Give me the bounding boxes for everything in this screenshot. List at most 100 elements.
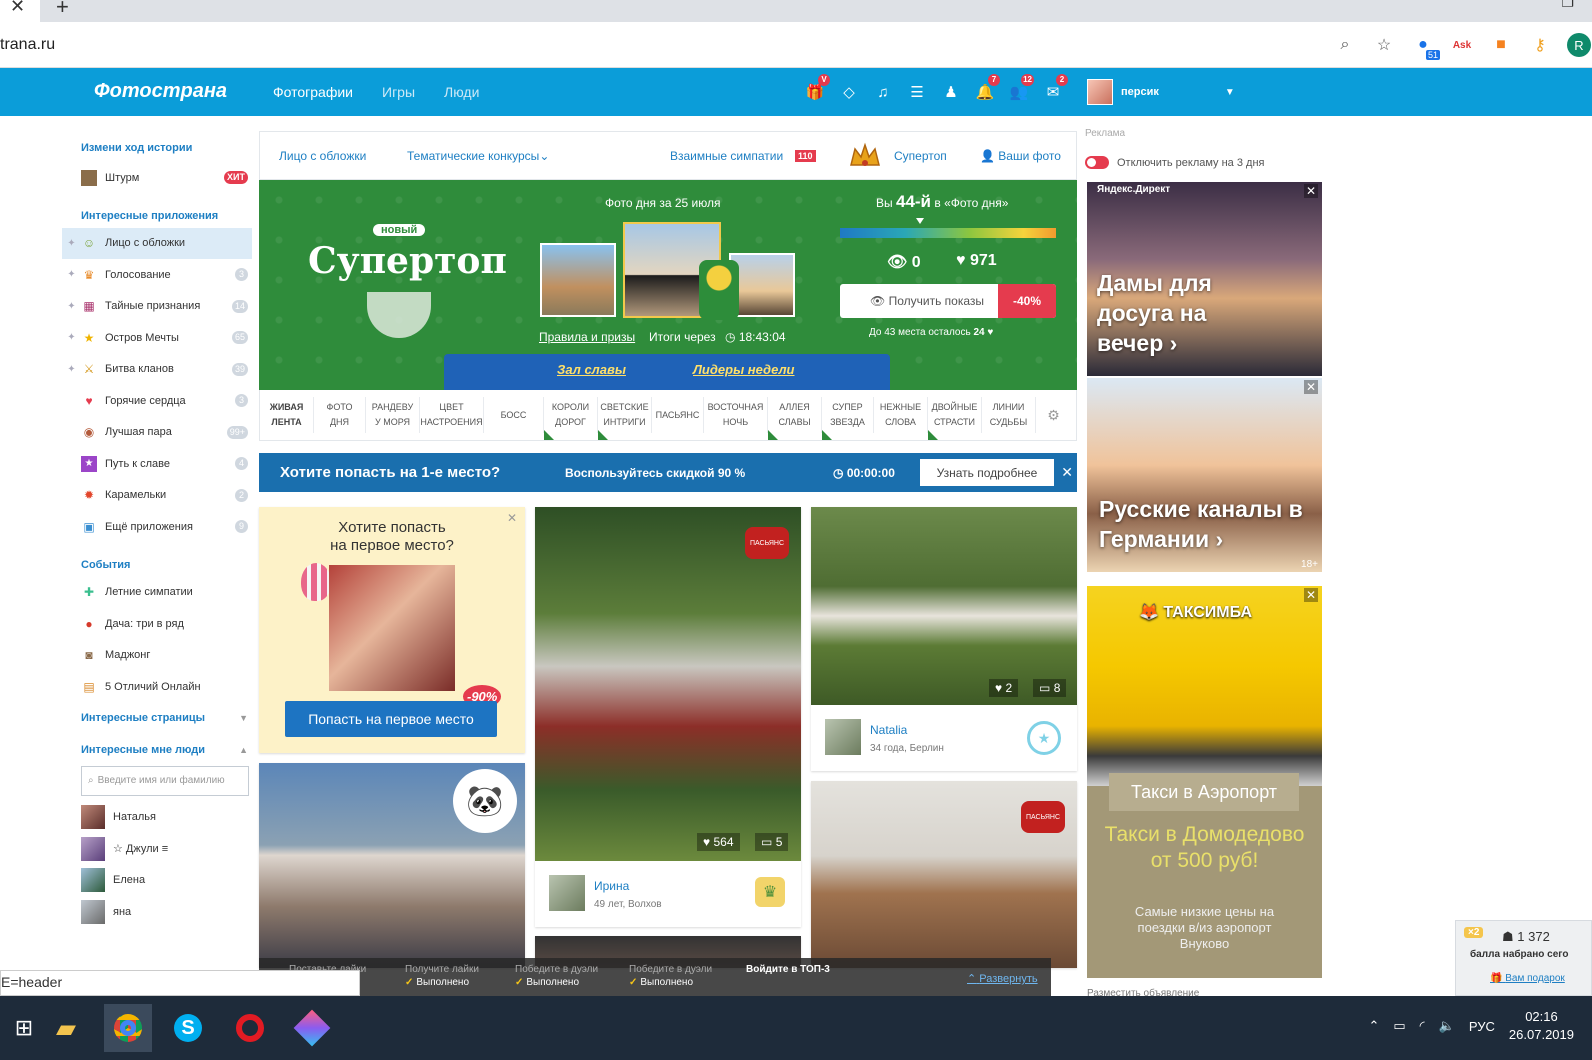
url-field[interactable]: trana.ru [0,36,55,54]
ad-banner-2[interactable]: ✕ Русские каналы в Германии › 18+ [1087,378,1322,572]
sidebar-item-event[interactable]: ● Дача: три в ряд [62,608,252,640]
zoom-icon[interactable]: ⌕ [1332,34,1358,56]
week-leaders-link[interactable]: Лидеры недели [693,362,795,377]
close-icon[interactable]: ✕ [1304,184,1318,198]
category-tab[interactable]: КОРОЛИ ДОРОГ [544,397,598,440]
nav-photos[interactable]: Фотографии [273,84,353,100]
close-icon[interactable]: ✕ [1304,380,1318,394]
quest-item[interactable]: Войдите в ТОП-3 [746,964,830,975]
file-explorer-icon[interactable]: ▰ [42,1004,90,1052]
category-tab[interactable]: ЦВЕТ НАСТРОЕНИЯ [420,397,484,433]
sidebar-item-hearts[interactable]: ♥ Горячие сердца 3 [62,385,252,417]
sidebar-item-pages[interactable]: Интересные страницы ▼ [62,703,252,735]
sidebar-item-people-heading[interactable]: Интересные мне люди ▲ [62,734,252,766]
category-tab[interactable]: РАНДЕВУ У МОРЯ [366,397,420,433]
gift-link[interactable]: 🎁 Вам подарок [1490,973,1565,984]
language-indicator[interactable]: РУС [1469,1019,1495,1034]
gift-icon[interactable]: 🎁 V [798,74,832,104]
person-avatar[interactable] [81,868,105,893]
pin-icon[interactable]: ✦ [62,301,81,312]
sidebar-item-more-apps[interactable]: ▣ Ещё приложения 9 [62,511,252,543]
tab-your-photos[interactable]: 👤 Ваши фото [980,149,1061,163]
author-name[interactable]: Natalia [870,723,907,737]
category-tab[interactable]: ПАСЬЯНС [652,397,704,433]
ad-banner-3[interactable]: 🦊 ТАКСИМБА ✕ Такси в Аэропорт Такси в До… [1087,586,1322,978]
quest-item[interactable]: Победите в дуэли ✓ Выполнено [629,964,712,988]
person-item[interactable]: ☆ Джули ≡ [62,833,252,865]
pin-icon[interactable]: ✦ [62,269,81,280]
clock[interactable]: 02:16 26.07.2019 [1509,1008,1574,1044]
chrome-icon[interactable] [104,1004,152,1052]
person-avatar[interactable] [81,805,105,830]
quest-item[interactable]: Получите лайки ✓ Выполнено [405,964,479,988]
site-logo[interactable]: Фотострана [94,80,227,103]
person-item[interactable]: Наталья [62,802,252,834]
chevron-up-icon[interactable]: ▲ [239,745,248,755]
category-tab[interactable]: ЖИВАЯ ЛЕНТА [260,397,314,433]
nav-people[interactable]: Люди [444,84,479,100]
pin-icon[interactable]: ✦ [62,332,81,343]
close-tab-icon[interactable]: ✕ [10,0,25,17]
category-tab[interactable]: ФОТО ДНЯ [314,397,366,433]
sidebar-item-clans[interactable]: ✦ ⚔ Битва кланов 39 [62,354,252,386]
window-restore-icon[interactable]: ❐ [1561,0,1574,11]
sidebar-item-voting[interactable]: ✦ ♛ Голосование 3 [62,259,252,291]
hall-of-fame-link[interactable]: Зал славы [557,362,626,377]
user-menu[interactable]: персик ▼ [1087,79,1235,105]
wifi-icon[interactable]: ◜ [1420,1018,1425,1034]
sidebar-item-couple[interactable]: ◉ Лучшая пара 99+ [62,417,252,449]
mail-icon[interactable]: ✉ 2 [1036,74,1070,104]
key-extension-icon[interactable]: ⚷ [1527,34,1553,56]
section-heading-apps[interactable]: Интересные приложения [62,210,252,222]
bell-icon[interactable]: 🔔 7 [968,74,1002,104]
diamond-icon[interactable]: ◇ [832,80,866,104]
author-avatar[interactable] [825,719,861,755]
app-gem-icon[interactable] [288,1004,336,1052]
person-add-icon[interactable]: ♟ [934,80,968,104]
nav-games[interactable]: Игры [382,84,415,100]
shopping-extension-icon[interactable]: ■ [1488,34,1514,56]
person-avatar[interactable] [81,836,105,861]
gear-icon[interactable]: ⚙ [1036,407,1071,424]
person-item[interactable]: яна [62,896,252,928]
close-icon[interactable]: ✕ [1061,464,1073,481]
category-tab[interactable]: ДВОЙНЫЕ СТРАСТИ [928,397,982,440]
pin-icon[interactable]: ✦ [62,364,81,375]
list-icon[interactable]: ☰ [900,80,934,104]
user-avatar[interactable] [1087,79,1113,105]
airport-button[interactable]: Такси в Аэропорт [1109,773,1299,811]
ad-banner-1[interactable]: Яндекс.Директ ✕ Дамы для досуга на вечер… [1087,182,1322,376]
chevron-up-icon[interactable]: ⌃ [1368,1018,1379,1034]
person-avatar[interactable] [81,899,105,924]
chevron-down-icon[interactable]: ▼ [1225,87,1235,98]
category-tab[interactable]: АЛЛЕЯ СЛАВЫ [768,397,822,440]
category-tab[interactable]: БОСС [484,397,544,433]
tab-mutual[interactable]: Взаимные симпатии [670,149,783,163]
browser-tab[interactable]: ✕ [0,0,40,22]
section-heading-pages[interactable]: Интересные страницы [62,712,205,724]
pin-icon[interactable]: ✦ [62,238,81,249]
people-icon[interactable]: 👥 12 [1002,74,1036,104]
opera-icon[interactable] [226,1004,274,1052]
sidebar-item-event[interactable]: ✚ Летние симпатии [62,577,252,609]
people-search-input[interactable]: ⌕ Введите имя или фамилию [81,765,249,796]
toggle-switch[interactable] [1085,156,1109,169]
sidebar-item-candy[interactable]: ✹ Карамельки 2 [62,480,252,512]
category-tab[interactable]: СВЕТСКИЕ ИНТРИГИ [598,397,652,440]
profile-avatar[interactable]: R [1566,33,1592,57]
promo-card-button[interactable]: Попасть на первое место [285,701,497,737]
music-icon[interactable]: ♫ [866,80,900,104]
start-icon[interactable]: ⊞ [0,1004,48,1052]
chevron-down-icon[interactable]: ▼ [239,713,248,723]
author-avatar[interactable] [549,875,585,911]
skype-icon[interactable]: S [164,1004,212,1052]
new-tab-icon[interactable]: + [56,0,69,20]
ask-extension-icon[interactable]: Ask [1449,34,1475,56]
section-heading-events[interactable]: События [62,559,252,571]
close-icon[interactable]: ✕ [1304,588,1318,602]
rules-link[interactable]: Правила и призы [539,330,635,344]
quest-item[interactable]: Победите в дуэли ✓ Выполнено [515,964,598,988]
category-tab[interactable]: НЕЖНЫЕ СЛОВА [874,397,928,433]
get-shows-button[interactable]: 👁 Получить показы -40% [840,284,1056,318]
disable-ads-toggle[interactable]: Отключить рекламу на 3 дня [1085,156,1264,169]
